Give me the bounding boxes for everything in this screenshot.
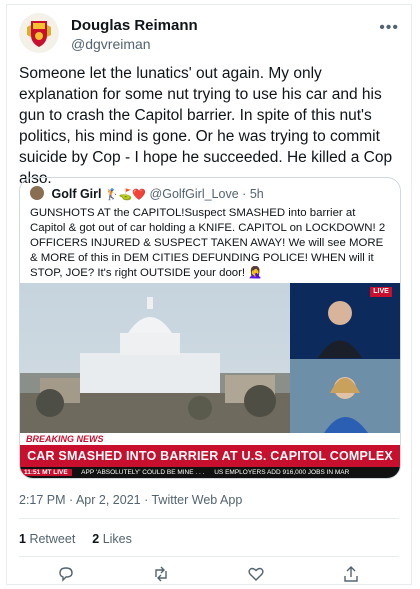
author-display-name[interactable]: Douglas Reimann	[71, 17, 198, 35]
author-handle[interactable]: @dgvreiman	[71, 35, 198, 53]
quoted-tweet[interactable]: Golf Girl 🏌️⛳❤️ @GolfGirl_Love · 5h GUNS…	[19, 177, 401, 479]
quoted-separator: ·	[242, 187, 247, 201]
tweet-text: Someone let the lunatics' out again. My …	[19, 65, 393, 187]
author-avatar[interactable]	[19, 13, 59, 53]
retweets-label: Retweet	[29, 532, 76, 546]
quoted-time: 5h	[249, 187, 264, 201]
news-headline: CAR SMASHED INTO BARRIER AT U.S. CAPITOL…	[20, 445, 400, 467]
more-horizontal-icon[interactable]: •••	[379, 19, 399, 37]
likes-count: 2	[92, 532, 100, 546]
tweet-card: Douglas Reimann @dgvreiman ••• Someone l…	[6, 4, 412, 585]
retweets-count: 1	[19, 532, 26, 546]
likes-label: Likes	[102, 532, 132, 546]
retweets-stat[interactable]: 1 Retweet	[19, 532, 79, 546]
news-anchor-panels	[290, 283, 400, 433]
heart-icon[interactable]	[247, 565, 265, 583]
quoted-tweet-text: GUNSHOTS AT the CAPITOL!Suspect SMASHED …	[30, 207, 386, 279]
share-icon[interactable]	[342, 565, 360, 583]
capitol-scene	[20, 283, 290, 433]
news-ticker: 11:51 MT LIVE APP 'ABSOLUTELY' COULD BE …	[20, 467, 400, 478]
divider	[19, 556, 399, 557]
tweet-timestamp[interactable]: 2:17 PM · Apr 2, 2021 · Twitter Web App	[19, 493, 242, 507]
live-tag: LIVE	[370, 287, 392, 297]
quoted-author-handle: @GolfGirl_Love	[149, 187, 239, 201]
likes-stat[interactable]: 2 Likes	[92, 532, 132, 546]
retweet-icon[interactable]	[152, 565, 170, 583]
tweet-header: Douglas Reimann @dgvreiman •••	[19, 13, 399, 57]
reply-icon[interactable]	[57, 565, 75, 583]
quoted-author-avatar	[30, 186, 44, 200]
ticker-item: APP 'ABSOLUTELY' COULD BE MINE . . .	[81, 469, 205, 476]
ticker-time: 11:51 MT LIVE	[20, 469, 72, 476]
tweet-stats: 1 Retweet 2 Likes	[19, 532, 132, 546]
quoted-author-name: Golf Girl	[51, 187, 102, 201]
quoted-media-image[interactable]: LIVE BREAKING NEWS CAR SMASHED INTO BARR…	[20, 283, 400, 478]
quoted-author-emojis: 🏌️⛳❤️	[104, 189, 147, 201]
quoted-tweet-header: Golf Girl 🏌️⛳❤️ @GolfGirl_Love · 5h	[30, 186, 390, 204]
divider	[19, 518, 399, 519]
breaking-news-label: BREAKING NEWS	[26, 434, 104, 444]
tweet-actions	[7, 561, 411, 585]
ticker-item: US EMPLOYERS ADD 916,000 JOBS IN MAR	[214, 469, 350, 476]
author-names: Douglas Reimann @dgvreiman	[71, 17, 198, 53]
